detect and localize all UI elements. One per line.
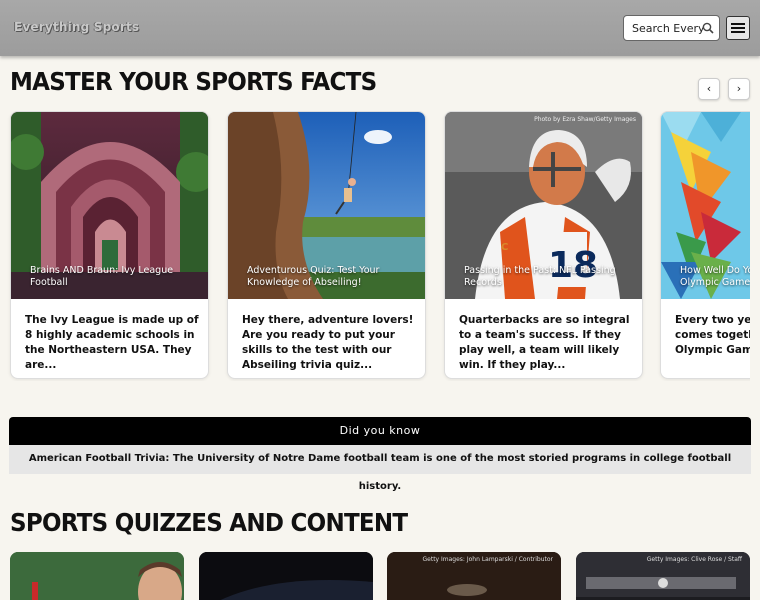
card-image bbox=[10, 552, 184, 600]
svg-text:C: C bbox=[501, 242, 508, 253]
did-you-know-heading: Did you know bbox=[9, 417, 751, 445]
card-description: Hey there, adventure lovers! Are you rea… bbox=[242, 314, 414, 371]
card-title: Brains AND Braun: Ivy League Football bbox=[30, 265, 174, 288]
quiz-card-1[interactable] bbox=[10, 552, 184, 600]
card-image: 18 C Photo by Ezra Shaw/Getty Images Pas… bbox=[445, 112, 642, 299]
card-title: Adventurous Quiz: Test Your Knowledge of… bbox=[247, 265, 380, 288]
card-title: How Well Do You Know the Olympic Games? bbox=[680, 265, 750, 288]
search-icon[interactable] bbox=[702, 22, 714, 34]
site-logo[interactable]: Everything Sports bbox=[14, 20, 139, 34]
image-credit: Photo by Ezra Shaw/Getty Images bbox=[534, 116, 636, 123]
card-description: The Ivy League is made up of 8 highly ac… bbox=[25, 314, 199, 371]
facts-carousel: Brains AND Braun: Ivy League Football Th… bbox=[0, 111, 750, 381]
image-credit: Getty Images: Clive Rose / Staff bbox=[646, 556, 742, 563]
quiz-card-3[interactable]: Getty Images: John Lamparski / Contribut… bbox=[387, 552, 561, 600]
fact-card-nfl-passing[interactable]: 18 C Photo by Ezra Shaw/Getty Images Pas… bbox=[444, 111, 643, 379]
search-box[interactable] bbox=[623, 15, 720, 41]
fact-card-olympics[interactable]: How Well Do You Know the Olympic Games? … bbox=[660, 111, 750, 379]
quiz-card-2[interactable] bbox=[199, 552, 373, 600]
card-description: Every two years the world comes together… bbox=[675, 314, 750, 356]
hamburger-icon bbox=[731, 23, 745, 25]
card-title: Passing in the Past: NFL Passing Records bbox=[464, 265, 616, 288]
card-image: Adventurous Quiz: Test Your Knowledge of… bbox=[228, 112, 425, 299]
carousel-next-button[interactable]: › bbox=[728, 78, 750, 100]
search-input[interactable] bbox=[624, 16, 704, 40]
card-image: How Well Do You Know the Olympic Games? bbox=[661, 112, 750, 299]
card-description: Quarterbacks are so integral to a team's… bbox=[459, 314, 630, 371]
carousel-prev-button[interactable]: ‹ bbox=[698, 78, 720, 100]
card-image: Brains AND Braun: Ivy League Football bbox=[11, 112, 208, 299]
did-you-know-text: American Football Trivia: The University… bbox=[9, 445, 751, 492]
image-credit: Getty Images: John Lamparski / Contribut… bbox=[422, 556, 553, 563]
fact-card-ivy-league[interactable]: Brains AND Braun: Ivy League Football Th… bbox=[10, 111, 209, 379]
quiz-card-4[interactable]: Getty Images: Clive Rose / Staff bbox=[576, 552, 750, 600]
facts-section-title: MASTER YOUR SPORTS FACTS bbox=[10, 67, 377, 96]
quizzes-section-title: SPORTS QUIZZES AND CONTENT bbox=[10, 508, 408, 537]
card-image bbox=[199, 552, 373, 600]
fact-card-abseiling[interactable]: Adventurous Quiz: Test Your Knowledge of… bbox=[227, 111, 426, 379]
site-header: Everything Sports bbox=[0, 0, 760, 56]
menu-button[interactable] bbox=[726, 16, 750, 40]
